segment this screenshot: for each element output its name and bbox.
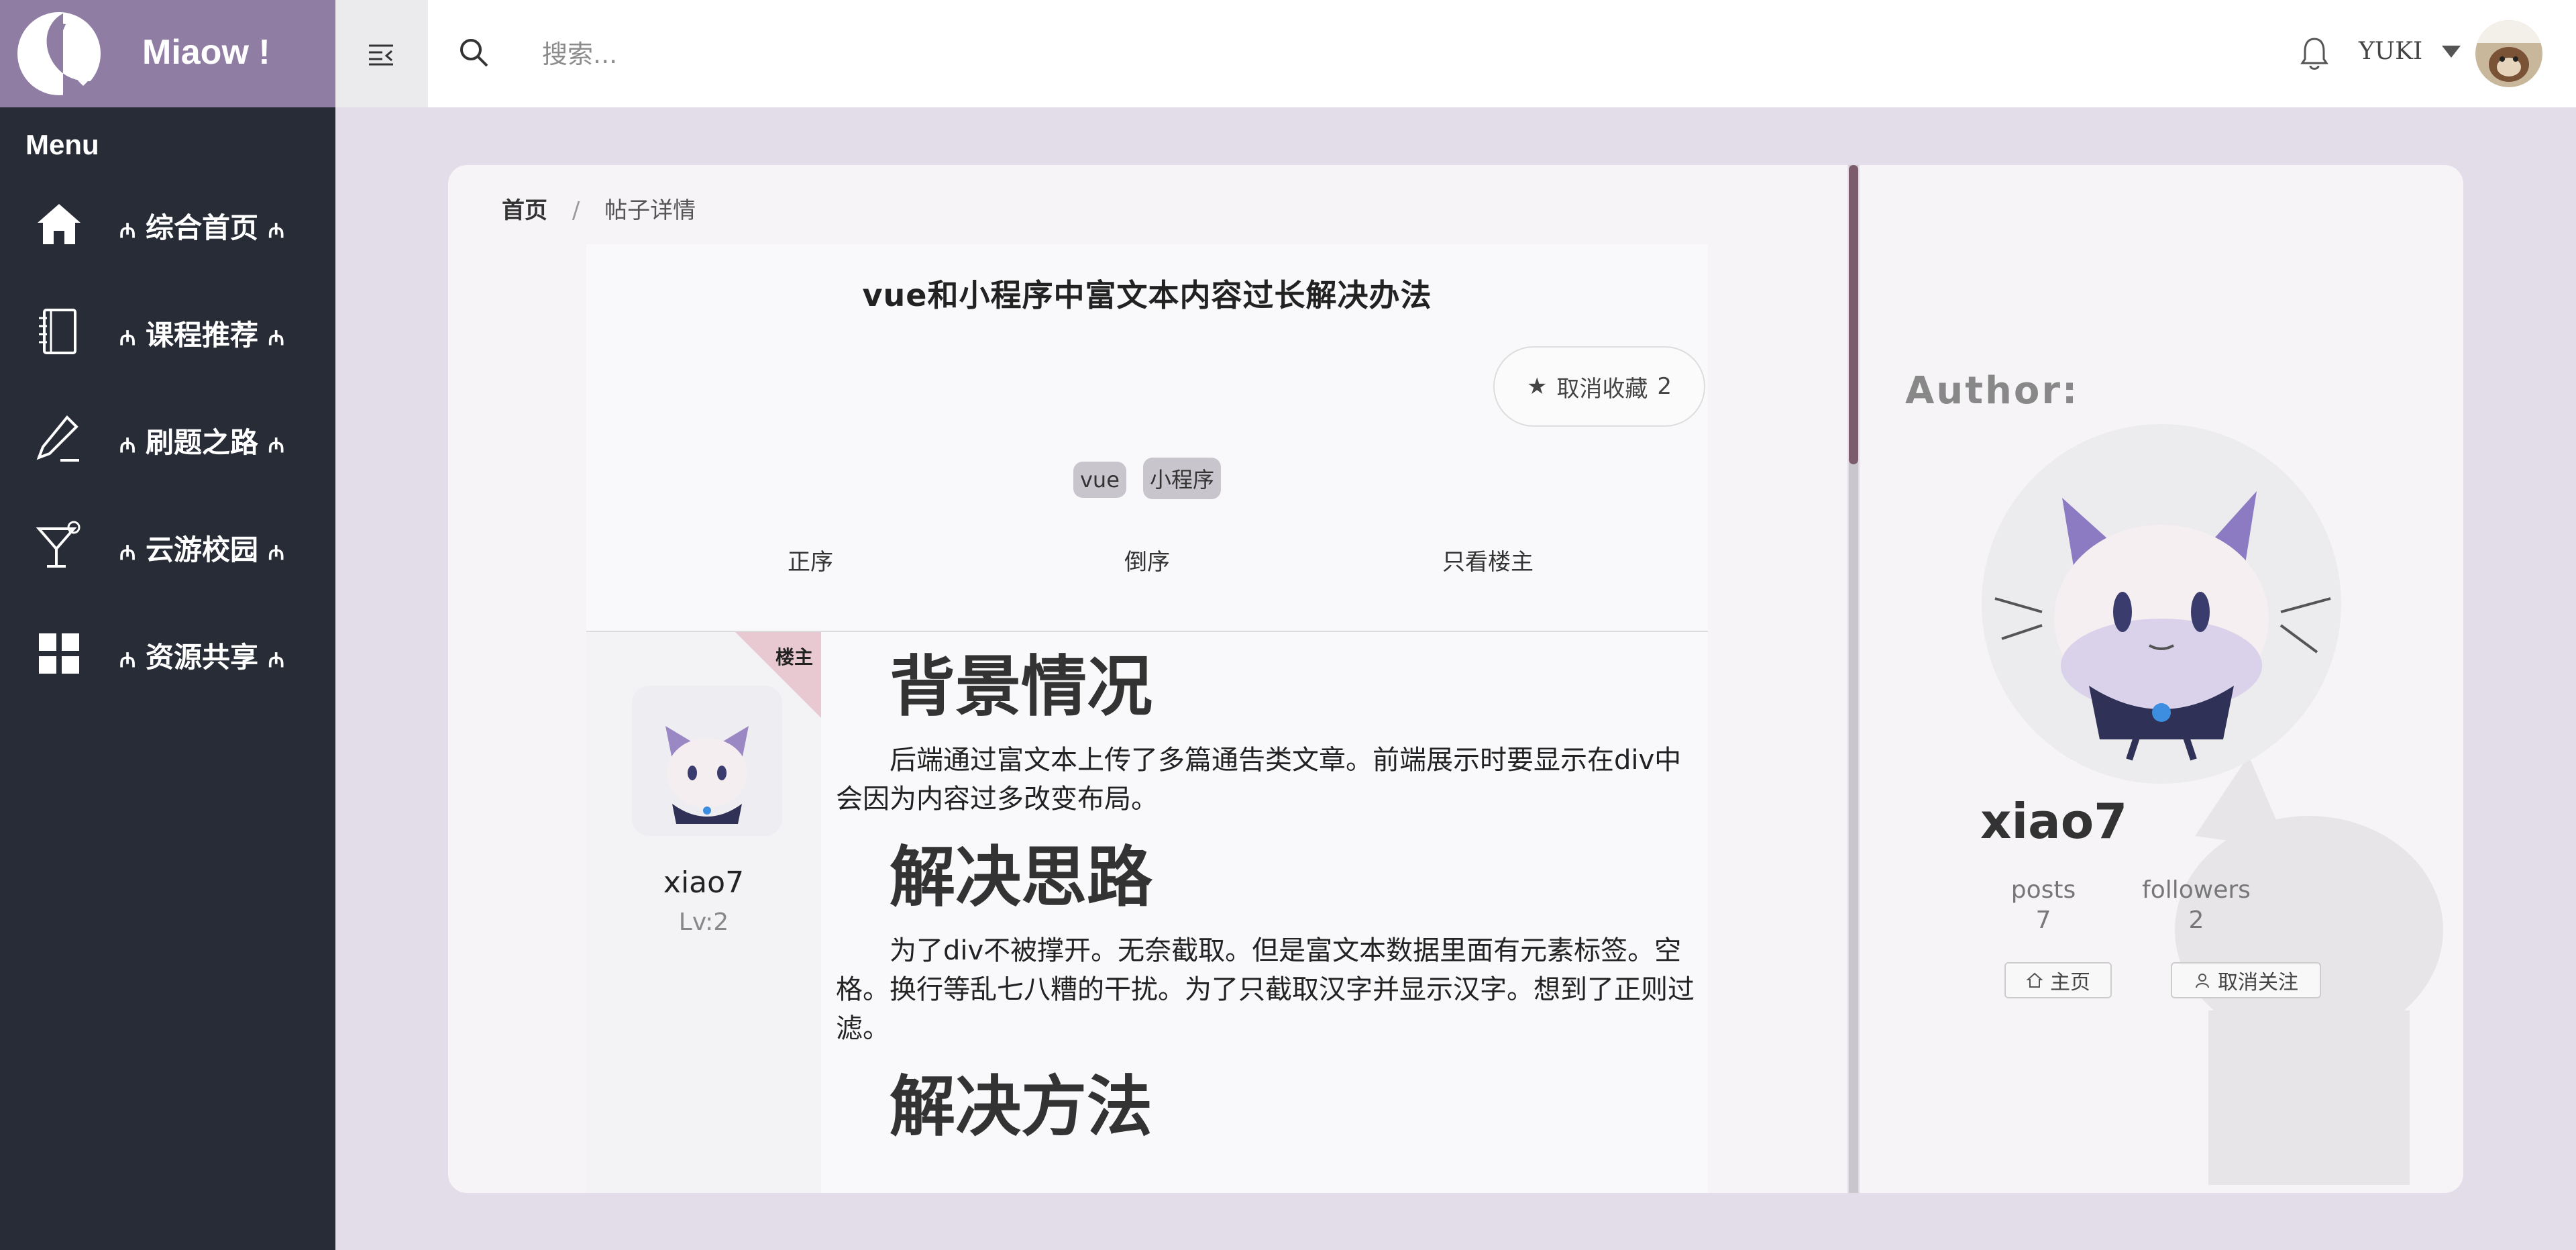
sidebar-item-campus[interactable]: ₼ 云游校园 ₼ [0,499,335,593]
username[interactable]: YUKI [2359,38,2422,65]
breadcrumb-current: 帖子详情 [604,197,696,224]
scrollbar-thumb[interactable] [1849,165,1858,464]
sidebar-item-label: 课程推荐 [145,319,258,352]
sort-ascending[interactable]: 正序 [788,543,833,576]
paw-icon: ₼ [119,649,136,672]
paw-icon: ₼ [119,219,136,243]
top-header: YUKI [335,0,2576,107]
pencil-icon [36,415,79,462]
sidebar-item-resources[interactable]: ₼ 资源共享 ₼ [0,607,335,700]
menu-title: Menu [25,129,99,160]
sidebar: Miaow ! Menu ₼ 综合首页 ₼ ₼ 课程推荐 ₼ ₼ 刷题之路 ₼ … [0,0,335,1250]
author-avatar[interactable] [1982,424,2341,784]
sort-descending[interactable]: 倒序 [1124,543,1170,576]
post-content: 背景情况 后端通过富文本上传了多篇通告类文章。前端展示时要显示在div中会因为内… [836,647,1695,1161]
star-icon: ★ [1526,373,1548,400]
paw-icon: ₼ [268,219,284,243]
section-text: 后端通过富文本上传了多篇通告类文章。前端展示时要显示在div中会因为内容过多改变… [836,745,1682,815]
sidebar-item-practice[interactable]: ₼ 刷题之路 ₼ [0,392,335,486]
section-heading: 背景情况 [890,649,1153,725]
search-icon[interactable] [458,36,490,68]
sidebar-toggle-button[interactable] [335,0,428,107]
unfavorite-button[interactable]: ★ 取消收藏 2 [1493,346,1705,427]
poster-avatar[interactable] [632,686,782,836]
only-owner-filter[interactable]: 只看楼主 [1442,543,1534,576]
sidebar-item-home[interactable]: ₼ 综合首页 ₼ [0,177,335,271]
cat-avatar-image [1994,491,2331,761]
posts-label: posts [2010,876,2076,904]
poster-level: Lv:2 [678,908,729,936]
sidebar-item-label: 云游校园 [145,533,258,566]
post-detail-card: 首页 / 帖子详情 vue和小程序中富文本内容过长解决办法 ★ 取消收藏 2 v… [448,165,1847,1193]
grid-icon [39,633,79,674]
favorite-label: 取消收藏 [1556,375,1648,403]
paw-icon: ₼ [268,327,284,350]
followers-count: 2 [2188,906,2204,934]
section-heading: 解决思路 [890,839,1153,916]
chevron-down-icon[interactable] [2442,46,2461,58]
post-title: vue和小程序中富文本内容过长解决办法 [862,277,1432,313]
app-name: Miaow ! [142,33,270,72]
article: vue和小程序中富文本内容过长解决办法 ★ 取消收藏 2 vue 小程序 正序 … [586,244,1708,1193]
section-heading: 解决方法 [890,1069,1153,1145]
author-card: Author: xiao7 posts 7 followers 2 主页 取消关… [1860,165,2463,1193]
user-icon [2196,974,2209,988]
paw-icon: ₼ [119,327,136,350]
logo-bar[interactable]: Miaow ! [0,0,335,107]
sidebar-item-label: 刷题之路 [145,426,258,459]
sort-options: 正序 倒序 只看楼主 [586,543,1708,597]
unfollow-button[interactable]: 取消关注 [2171,962,2321,998]
paw-icon: ₼ [268,434,284,458]
cat-avatar-image [665,726,749,824]
sidebar-item-courses[interactable]: ₼ 课程推荐 ₼ [0,284,335,378]
owner-badge: 楼主 [775,646,814,668]
avatar[interactable] [2475,20,2542,87]
search-input[interactable] [541,32,1147,76]
notebook-icon [39,309,76,354]
breadcrumb-separator: / [572,197,580,224]
sidebar-item-label: 综合首页 [145,211,258,244]
author-name[interactable]: xiao7 [1980,793,2127,849]
unfollow-label: 取消关注 [2218,971,2298,994]
author-home-label: 主页 [2050,971,2090,994]
author-home-button[interactable]: 主页 [2004,962,2112,998]
sidebar-item-label: 资源共享 [145,641,258,674]
menu-fold-icon [369,44,393,66]
tag[interactable]: vue [1073,462,1126,498]
followers-label: followers [2142,876,2251,904]
tag-list: vue 小程序 [586,458,1708,499]
posts-stat: posts 7 [1970,876,2117,934]
posts-count: 7 [2035,906,2051,934]
paw-icon: ₼ [119,541,136,565]
home-icon [2026,972,2043,988]
section-text: 为了div不被撑开。无奈截取。但是富文本数据里面有元素标签。空格。换行等乱七八糟… [836,935,1695,1044]
poster-name[interactable]: xiao7 [586,866,821,900]
followers-stat: followers 2 [2123,876,2270,934]
favorite-count: 2 [1657,373,1672,400]
cocktail-icon [36,521,80,568]
paw-icon: ₼ [119,434,136,458]
tag[interactable]: 小程序 [1142,458,1221,499]
author-heading: Author: [1905,369,2080,413]
paw-icon: ₼ [268,541,284,565]
home-icon [38,204,80,244]
poster-info: 楼主 xiao7 Lv:2 [586,632,821,1193]
breadcrumb-home-link[interactable]: 首页 [502,197,547,224]
user-avatar-image [2475,20,2542,87]
paw-icon: ₼ [268,649,284,672]
breadcrumb: 首页 / 帖子详情 [502,192,696,225]
bell-icon[interactable] [2300,36,2329,71]
moon-cat-logo-icon [17,12,101,96]
